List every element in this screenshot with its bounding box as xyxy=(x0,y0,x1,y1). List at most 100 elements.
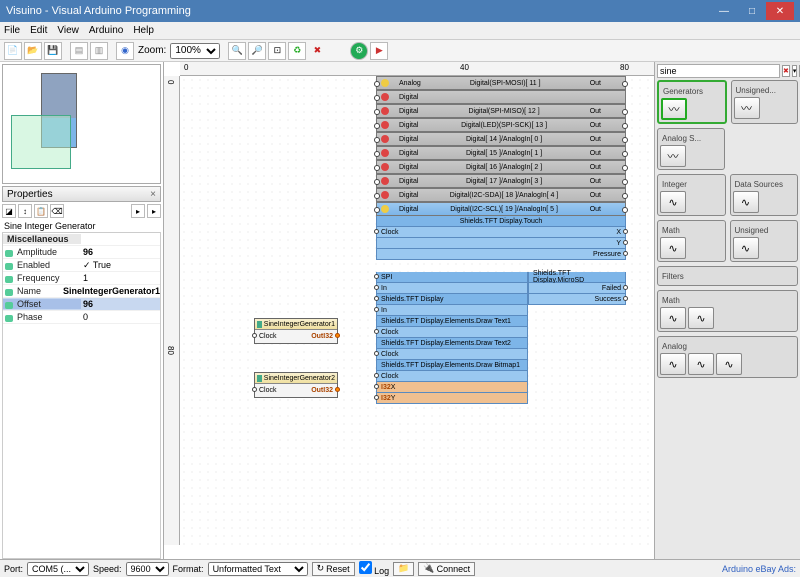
palette-group-unsigned[interactable]: Unsigned... 〰 xyxy=(731,80,799,124)
zoomin-icon[interactable]: 🔍 xyxy=(228,42,246,60)
prop-val-frequency[interactable]: 1 xyxy=(81,273,160,283)
prop-expand-icon[interactable]: ▸ xyxy=(131,204,145,218)
save-icon[interactable]: 💾 xyxy=(44,42,62,60)
wheel-icon[interactable]: ⚙ xyxy=(350,42,368,60)
ads-link[interactable]: Arduino eBay Ads: xyxy=(722,564,796,574)
pin-label: Digital[ 15 ]/AnalogIn[ 1 ] xyxy=(418,150,589,157)
property-grid[interactable]: Miscellaneous Amplitude96 Enabled✓ True … xyxy=(2,232,161,559)
palette-group-datasources[interactable]: Data Sources ∿ xyxy=(730,174,799,216)
palette-item[interactable]: 〰 xyxy=(734,97,760,119)
search-clear-icon[interactable]: ✖ xyxy=(782,65,790,77)
palette-item[interactable]: ∿ xyxy=(733,191,759,213)
palette-group-analog[interactable]: Analog S... 〰 xyxy=(657,128,725,170)
prop-key-amplitude[interactable]: Amplitude xyxy=(3,247,81,257)
prop-expand-icon[interactable]: ▸ xyxy=(147,204,161,218)
nav-icon[interactable]: ◉ xyxy=(116,42,134,60)
palette-item[interactable]: ∿ xyxy=(716,353,742,375)
prop-tb-icon[interactable]: ↕ xyxy=(18,204,32,218)
palette-item[interactable]: ∿ xyxy=(688,307,714,329)
delete-icon[interactable]: ✖ xyxy=(308,42,326,60)
prop-val-enabled[interactable]: ✓ True xyxy=(81,260,160,271)
palette-item[interactable]: ∿ xyxy=(660,307,686,329)
menu-file[interactable]: File xyxy=(4,25,20,36)
clock-label: Clock xyxy=(259,387,277,394)
palette-title: Analog S... xyxy=(660,131,722,145)
prop-val-amplitude[interactable]: 96 xyxy=(81,247,160,257)
palette-item[interactable]: ∿ xyxy=(733,237,759,259)
palette-item[interactable]: ∿ xyxy=(660,191,686,213)
log-checkbox[interactable]: Log xyxy=(359,561,390,576)
pin-label: Digital(I2C-SCL)[ 19 ]/AnalogIn[ 5 ] xyxy=(418,206,589,213)
palette-group-math[interactable]: Math ∿ xyxy=(657,220,726,262)
titlebar: Visuino - Visual Arduino Programming — □… xyxy=(0,0,800,22)
palette-item[interactable]: 〰 xyxy=(660,145,686,167)
refresh-icon[interactable]: ♻ xyxy=(288,42,306,60)
prop-group[interactable]: Miscellaneous xyxy=(3,234,81,244)
zoomfit-icon[interactable]: ⊡ xyxy=(268,42,286,60)
palette-item[interactable]: ∿ xyxy=(660,237,686,259)
prop-key-enabled[interactable]: Enabled xyxy=(3,260,81,270)
left-panel: Properties × ◪ ↕ 📋 ⌫ ▸ ▸ Sine Integer Ge… xyxy=(0,62,164,559)
prop-val-name[interactable]: SineIntegerGenerator1 xyxy=(61,286,160,296)
format-select[interactable]: Unformatted Text xyxy=(208,562,308,576)
upload-icon[interactable]: ▶ xyxy=(370,42,388,60)
zoom-select[interactable]: 100% xyxy=(170,43,220,59)
connect-button[interactable]: 🔌Connect xyxy=(418,562,475,576)
prop-tb-icon[interactable]: ⌫ xyxy=(50,204,64,218)
preview-pane[interactable] xyxy=(2,64,161,184)
palette-item-integer-sine[interactable]: 〰 xyxy=(661,98,687,120)
palette-title: Integer xyxy=(660,177,723,191)
browse-button[interactable]: 📁 xyxy=(393,562,414,576)
minimize-button[interactable]: — xyxy=(710,2,738,20)
palette-item[interactable]: ∿ xyxy=(660,353,686,375)
palette-group-analog2[interactable]: Analog ∿∿∿ xyxy=(657,336,798,378)
prop-val-offset[interactable]: 96 xyxy=(81,299,160,309)
prop-key-phase[interactable]: Phase xyxy=(3,312,81,322)
palette-item[interactable]: ∿ xyxy=(688,353,714,375)
menubar: File Edit View Arduino Help xyxy=(0,22,800,40)
new-icon[interactable]: 📄 xyxy=(4,42,22,60)
sine-generator-1[interactable]: SineIntegerGenerator1 ClockOutI32 xyxy=(254,318,338,344)
palette-title: Data Sources xyxy=(733,177,796,191)
panel2-icon[interactable]: ▥ xyxy=(90,42,108,60)
reset-button[interactable]: ↻Reset xyxy=(312,562,355,576)
palette-group-integer[interactable]: Integer ∿ xyxy=(657,174,726,216)
panel1-icon[interactable]: ▤ xyxy=(70,42,88,60)
design-canvas[interactable]: AnalogDigital(SPI-MOSI)[ 11 ]Out Digital… xyxy=(180,76,654,545)
menu-arduino[interactable]: Arduino xyxy=(89,25,123,36)
speed-select[interactable]: 9600 xyxy=(126,562,169,576)
palette-group-filters[interactable]: Filters xyxy=(657,266,798,286)
shield-split-node[interactable]: SPI In Shields.TFT Display In Shields.TF… xyxy=(376,272,626,404)
prop-tb-icon[interactable]: 📋 xyxy=(34,204,48,218)
preview-viewport[interactable] xyxy=(11,115,71,169)
menu-edit[interactable]: Edit xyxy=(30,25,47,36)
zoomout-icon[interactable]: 🔎 xyxy=(248,42,266,60)
open-icon[interactable]: 📂 xyxy=(24,42,42,60)
gen2-title: SineIntegerGenerator2 xyxy=(264,375,335,382)
palette-group-math2[interactable]: Math ∿∿ xyxy=(657,290,798,332)
search-opt-icon[interactable]: ▾ xyxy=(792,65,798,77)
menu-help[interactable]: Help xyxy=(133,25,154,36)
palette-title: Filters xyxy=(660,269,795,283)
maximize-button[interactable]: □ xyxy=(738,2,766,20)
pressure-label: Pressure xyxy=(593,251,621,258)
digital-icon xyxy=(381,163,389,171)
palette-group-generators[interactable]: Generators 〰 xyxy=(657,80,727,124)
prop-key-name[interactable]: Name xyxy=(3,286,61,296)
properties-close-icon[interactable]: × xyxy=(150,189,156,200)
palette-group-unsigned2[interactable]: Unsigned ∿ xyxy=(730,220,799,262)
pin-label: Digital[ 16 ]/AnalogIn[ 2 ] xyxy=(418,164,589,171)
arduino-board-node[interactable]: AnalogDigital(SPI-MOSI)[ 11 ]Out Digital… xyxy=(376,76,626,260)
pin-label: Digital[ 14 ]/AnalogIn[ 0 ] xyxy=(418,136,589,143)
zoom-label: Zoom: xyxy=(138,45,166,56)
digital-icon xyxy=(381,121,389,129)
prop-key-offset[interactable]: Offset xyxy=(3,299,81,309)
port-select[interactable]: COM5 (... xyxy=(27,562,89,576)
close-button[interactable]: ✕ xyxy=(766,2,794,20)
prop-val-phase[interactable]: 0 xyxy=(81,312,160,322)
prop-tb-icon[interactable]: ◪ xyxy=(2,204,16,218)
menu-view[interactable]: View xyxy=(57,25,79,36)
prop-key-frequency[interactable]: Frequency xyxy=(3,273,81,283)
palette-search-input[interactable] xyxy=(657,64,780,78)
sine-generator-2[interactable]: SineIntegerGenerator2 ClockOutI32 xyxy=(254,372,338,398)
